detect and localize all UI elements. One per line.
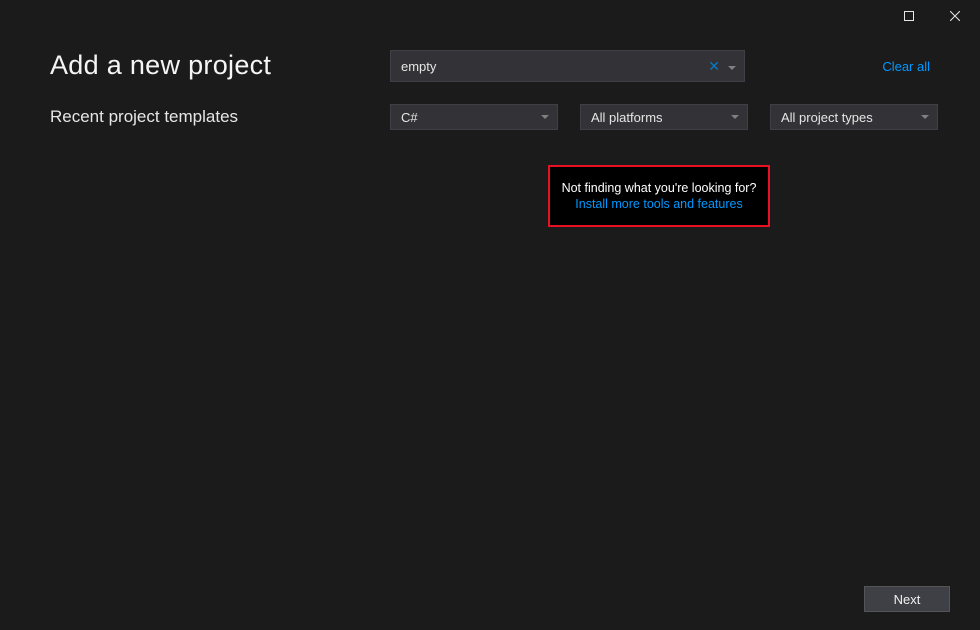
search-dropdown-button[interactable] — [724, 57, 744, 75]
chevron-down-icon — [728, 66, 736, 70]
recent-templates-heading: Recent project templates — [50, 107, 390, 127]
close-icon — [950, 11, 960, 21]
chevron-down-icon — [541, 115, 549, 119]
clear-all-link[interactable]: Clear all — [882, 59, 930, 74]
platform-filter-value: All platforms — [591, 110, 663, 125]
platform-filter[interactable]: All platforms — [580, 104, 748, 130]
install-hint-callout: Not finding what you're looking for? Ins… — [548, 165, 770, 227]
language-filter-value: C# — [401, 110, 418, 125]
chevron-down-icon — [731, 115, 739, 119]
page-title: Add a new project — [50, 50, 390, 81]
clear-search-icon[interactable]: ✕ — [704, 58, 724, 75]
maximize-icon — [904, 11, 914, 21]
search-box[interactable]: ✕ — [390, 50, 745, 82]
project-type-filter-value: All project types — [781, 110, 873, 125]
hint-text: Not finding what you're looking for? — [560, 181, 758, 195]
install-tools-link[interactable]: Install more tools and features — [560, 197, 758, 211]
project-type-filter[interactable]: All project types — [770, 104, 938, 130]
chevron-down-icon — [921, 115, 929, 119]
next-button[interactable]: Next — [864, 586, 950, 612]
window-titlebar — [0, 0, 980, 32]
close-button[interactable] — [932, 0, 978, 32]
language-filter[interactable]: C# — [390, 104, 558, 130]
maximize-button[interactable] — [886, 0, 932, 32]
search-input[interactable] — [391, 51, 704, 81]
